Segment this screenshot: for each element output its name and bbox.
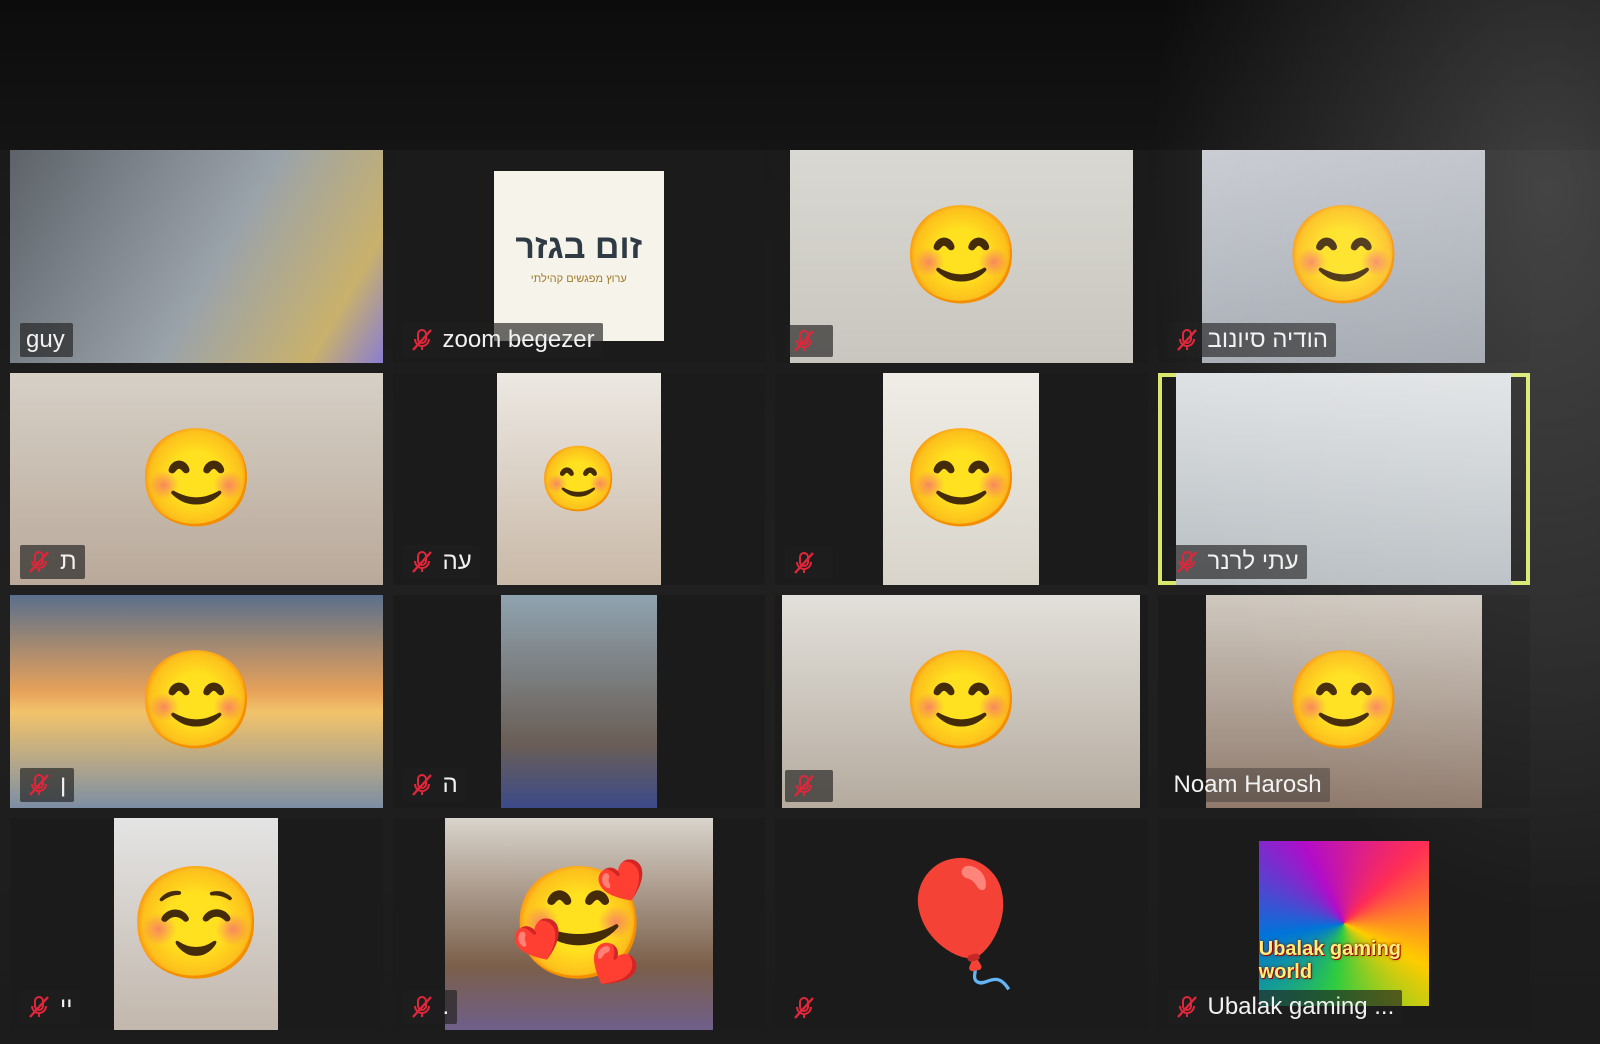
participant-name: Noam Harosh: [1173, 770, 1322, 798]
participant-name-label: [785, 769, 833, 802]
mic-muted-icon: [411, 328, 432, 351]
participant-video: 🥰: [444, 817, 713, 1030]
participant-gallery: guy זום בגזר ערוץ מפגשים קהילתי zoom beg…: [0, 150, 1540, 1030]
participant-name-label: הודיה סיונוב: [1167, 322, 1337, 357]
mic-muted-icon: [411, 551, 432, 573]
participant-name-label: יי: [20, 990, 81, 1024]
face-cover-emoji: 😊: [901, 424, 1022, 532]
logo-title: זום בגזר: [515, 227, 643, 266]
participant-name-label: ת: [20, 545, 85, 579]
participant-tile[interactable]: ☺️ יי: [10, 817, 383, 1030]
participant-name: .: [442, 993, 450, 1020]
participant-tile-active-speaker[interactable]: עתי לרנר: [1157, 372, 1530, 585]
participant-tile[interactable]: 😊: [775, 595, 1148, 808]
face-cover-emoji: 😊: [538, 442, 619, 515]
participant-tile[interactable]: 😊: [775, 150, 1148, 363]
face-cover-emoji: 😊: [901, 647, 1022, 755]
face-cover-emoji: 😊: [1283, 202, 1404, 310]
face-cover-emoji: 😊: [901, 202, 1022, 310]
participant-tile[interactable]: 😊 Noam Harosh: [1157, 595, 1530, 808]
mic-muted-icon: [29, 551, 49, 573]
participant-video: 😊: [782, 595, 1141, 808]
mic-muted-icon: [794, 774, 814, 797]
participant-name-label: ה: [402, 767, 466, 802]
mic-muted-icon: [794, 997, 814, 1019]
face-cover-emoji: 😊: [1283, 647, 1404, 755]
participant-tile[interactable]: 😊 ת: [10, 372, 383, 585]
mic-muted-icon: [29, 773, 49, 796]
participant-name-label: .: [402, 990, 458, 1024]
participant-name-label: ן: [20, 767, 75, 802]
mic-muted-icon: [794, 329, 814, 352]
participant-name-label: Ubalak gaming ...: [1167, 990, 1403, 1024]
balloon-emoji: 🎈: [886, 856, 1036, 991]
participant-name: ה: [442, 770, 458, 798]
participant-tile[interactable]: 😊 ן: [10, 595, 383, 808]
face-cover-emoji: 😊: [136, 647, 257, 755]
participant-tile[interactable]: 😊 הודיה סיונוב: [1157, 150, 1530, 363]
mic-muted-icon: [411, 773, 432, 796]
participant-name: עתי לרנר: [1207, 548, 1299, 575]
mic-muted-icon: [411, 996, 432, 1018]
participant-name: ת: [60, 548, 77, 575]
participant-video: ☺️: [114, 817, 279, 1030]
participant-tile[interactable]: 😊 עה: [392, 372, 765, 585]
screen-top-edge: [0, 0, 1600, 150]
participant-name-label: guy: [20, 322, 73, 357]
profile-picture-card: Ubalak gaming world: [1258, 841, 1429, 1007]
participant-name: עה: [442, 548, 472, 575]
logo-subtitle: ערוץ מפגשים קהילתי: [530, 272, 627, 285]
mic-muted-icon: [1176, 996, 1197, 1018]
participant-video: 😊: [789, 150, 1133, 363]
participant-name-label: [785, 547, 833, 579]
face-cover-emoji: 🥰: [510, 861, 648, 985]
participant-video: 😊: [496, 372, 661, 585]
mic-muted-icon: [1176, 328, 1197, 351]
participant-video: 😊: [883, 372, 1040, 585]
mic-muted-icon: [29, 996, 49, 1018]
participant-name-label: עתי לרנר: [1167, 545, 1307, 579]
mic-muted-icon: [794, 552, 814, 574]
participant-name: הודיה סיונוב: [1207, 325, 1329, 353]
participant-tile[interactable]: Ubalak gaming world Ubalak gaming ...: [1157, 817, 1530, 1030]
profile-logo-card: זום בגזר ערוץ מפגשים קהילתי: [493, 171, 664, 342]
face-cover-emoji: 😊: [136, 424, 257, 532]
profile-picture-text: Ubalak gaming world: [1258, 938, 1402, 984]
participant-name-label: [785, 992, 833, 1024]
participant-name: zoom begezer: [442, 325, 595, 353]
face-cover-emoji: ☺️: [127, 861, 265, 985]
participant-tile[interactable]: 🥰 .: [392, 817, 765, 1030]
participant-name-label: [785, 324, 833, 357]
participant-tile[interactable]: זום בגזר ערוץ מפגשים קהילתי zoom begezer: [392, 150, 765, 363]
participant-name: ן: [60, 770, 67, 798]
participant-tile[interactable]: 😊: [775, 372, 1148, 585]
participant-name-label: Noam Harosh: [1167, 767, 1330, 802]
mic-muted-icon: [1176, 551, 1197, 573]
participant-tile[interactable]: 🎈: [775, 817, 1148, 1030]
participant-name: Ubalak gaming ...: [1207, 993, 1395, 1020]
participant-tile[interactable]: ה: [392, 595, 765, 808]
participant-tile[interactable]: guy: [10, 150, 383, 363]
participant-name: יי: [60, 993, 73, 1020]
participant-name-label: עה: [402, 545, 480, 579]
participant-name-label: zoom begezer: [402, 322, 603, 357]
participant-name: guy: [26, 325, 65, 353]
participant-video: [500, 595, 657, 808]
